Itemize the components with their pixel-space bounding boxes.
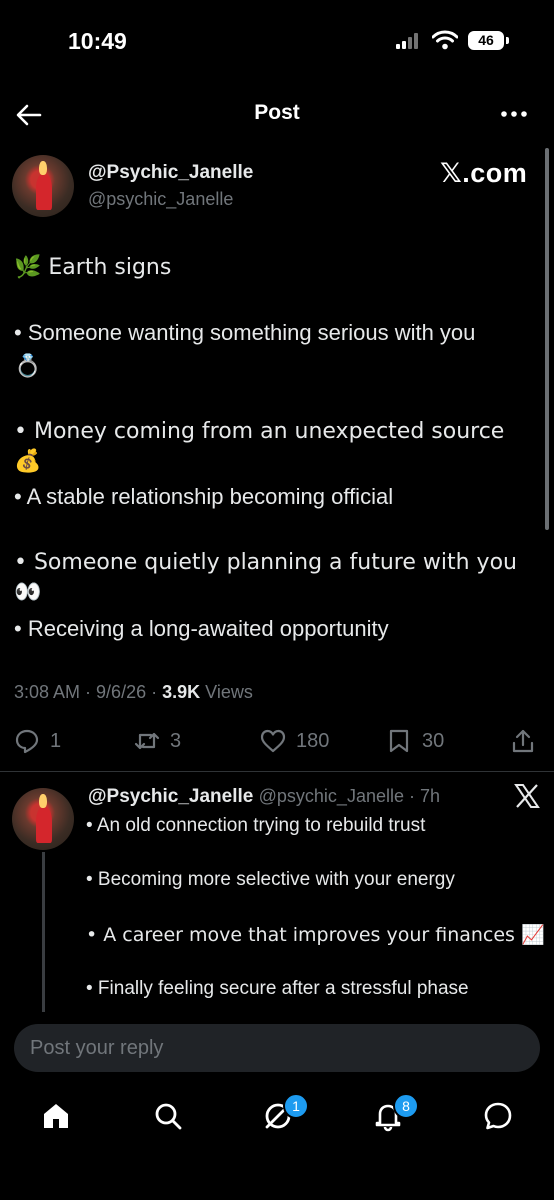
author-handle[interactable]: @psychic_Janelle [88, 189, 233, 210]
status-time: 10:49 [68, 28, 127, 54]
post-line: • Receiving a long-awaited opportunity [14, 616, 389, 641]
reply-line: • A career move that improves your finan… [86, 924, 545, 946]
post-line: 🌿 Earth signs [14, 255, 172, 280]
post-metadata: 3:08 AM · 9/6/26 · 3.9K Views [14, 682, 253, 702]
cellular-signal-icon [396, 33, 424, 49]
wifi-icon [432, 30, 458, 50]
repost-action[interactable]: 3 [134, 728, 181, 754]
battery-icon: 46 [468, 31, 504, 50]
views-label[interactable]: Views [205, 682, 253, 702]
home-icon[interactable] [40, 1100, 72, 1132]
author-display-name[interactable]: @Psychic_Janelle [88, 162, 253, 184]
thread-line [42, 852, 45, 1012]
page-title: Post [254, 101, 300, 124]
reply-avatar[interactable] [12, 788, 74, 850]
divider [0, 771, 554, 772]
views-count: 3.9K [162, 682, 201, 702]
battery-tip [506, 37, 509, 44]
post-date: 9/6/26 [96, 682, 147, 702]
reply-icon [15, 729, 39, 754]
reply-line: • An old connection trying to rebuild tr… [86, 815, 426, 836]
reply-count: 1 [50, 729, 62, 752]
share-icon [512, 729, 534, 753]
messages-icon[interactable] [482, 1100, 514, 1132]
grok-badge: 1 [283, 1093, 309, 1119]
share-action[interactable] [510, 728, 536, 754]
x-com-label: 𝕏.com [440, 158, 528, 188]
reply-age: 7h [420, 786, 441, 806]
post-time: 3:08 AM [14, 682, 81, 702]
heart-icon [260, 729, 286, 753]
search-icon[interactable] [152, 1100, 184, 1132]
repost-count: 3 [170, 729, 182, 752]
post-line: 💍 [14, 354, 42, 379]
reply-handle[interactable]: @psychic_Janelle [259, 786, 404, 806]
scrollbar[interactable] [545, 148, 549, 530]
reply-input[interactable] [14, 1024, 510, 1072]
reply-header: @Psychic_Janelle @psychic_Janelle · 7h [88, 786, 441, 807]
x-logo-icon [514, 784, 540, 808]
reply-display-name[interactable]: @Psychic_Janelle [88, 786, 253, 807]
reply-line: • Finally feeling secure after a stressf… [86, 978, 469, 999]
post-line: • Money coming from an unexpected source… [14, 419, 505, 474]
like-action[interactable]: 180 [260, 728, 329, 754]
repost-icon [134, 732, 160, 750]
bookmark-action[interactable]: 30 [386, 728, 444, 754]
like-count: 180 [296, 729, 330, 752]
reply-line: • Becoming more selective with your ener… [86, 869, 455, 890]
post-line: • Someone quietly planning a future with… [14, 550, 517, 605]
bookmark-icon [389, 729, 409, 753]
reply-composer[interactable] [14, 1024, 540, 1072]
bookmark-count: 30 [422, 729, 445, 752]
notifications-badge: 8 [393, 1093, 419, 1119]
post-line: • Someone wanting something serious with… [14, 320, 476, 345]
post-line: • A stable relationship becoming officia… [14, 484, 394, 509]
avatar[interactable] [12, 155, 74, 217]
more-options-icon[interactable] [498, 104, 530, 124]
reply-action[interactable]: 1 [14, 728, 61, 754]
